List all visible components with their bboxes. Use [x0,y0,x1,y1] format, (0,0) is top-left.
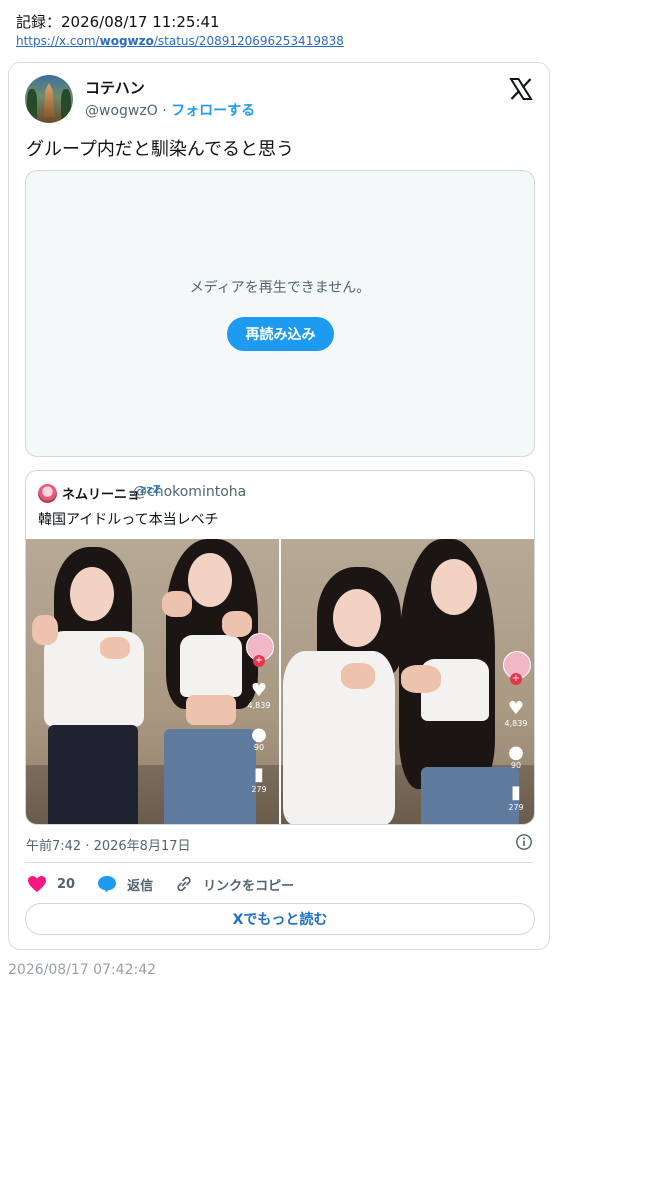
tiktok-heart-icon: ♥ [250,680,268,701]
tiktok-comment-icon: ● [251,724,267,745]
media-error-message: メディアを再生できません。 [189,280,371,296]
link-icon [177,876,191,892]
quote-avatar[interactable] [38,484,57,503]
reply-label: 返信 [127,878,154,894]
person-top [180,635,242,697]
tiktok-comment-count: 90 [253,743,265,752]
handle[interactable]: @wogwzO [85,103,158,119]
tiktok-save-count: 279 [508,803,524,812]
divider [25,862,533,863]
reply-button[interactable]: 返信 [97,875,153,894]
heart-icon [28,876,46,892]
person-hand [222,611,252,637]
tiktok-save-count: 279 [251,785,267,794]
follow-button[interactable]: フォローする [171,103,255,119]
person-hand [32,615,58,645]
person-face [70,567,114,621]
copy-link-button[interactable]: リンクをコピー [175,875,294,894]
handle-row: @wogwzO · フォローする [85,100,255,120]
url-suffix: /status/2089120696253419838 [153,34,344,48]
read-more-button[interactable]: Xでもっと読む [25,903,535,935]
person-jeans [421,767,519,824]
action-bar: 20 返信 リンクをコピー [27,873,316,895]
url-user: wogwzo [99,34,154,48]
tweet-text: グループ内だと馴染んでると思う [26,139,295,160]
tiktok-heart-icon: ♥ [507,698,525,719]
person-shirt [283,651,395,824]
avatar-tower [43,83,55,117]
x-logo-icon[interactable] [509,77,533,101]
quote-photo-right[interactable]: + ♥ 4,839 ● 90 ▮ 279 [281,539,534,824]
tiktok-follow-icon: + [510,673,522,685]
person-face [431,559,477,615]
person-hand [341,663,375,689]
tiktok-bookmark-icon: ▮ [511,782,521,803]
person-face [188,553,232,607]
record-title: 記録：2026/08/17 11:25:41 [16,13,220,31]
person-hand [401,665,441,693]
person-pants [48,725,138,824]
copy-link-label: リンクをコピー [203,878,295,894]
tiktok-comment-icon: ● [508,742,524,763]
record-url[interactable]: https://x.com/wogwzo/status/208912069625… [16,34,344,48]
tiktok-follow-icon: + [253,655,265,667]
person-hand [100,637,130,659]
separator: · [162,103,167,119]
media-placeholder: メディアを再生できません。 再読み込み [25,170,535,457]
person-jeans [164,729,256,824]
like-count: 20 [57,876,76,892]
info-icon[interactable] [515,833,533,851]
avatar-tree-left [27,89,37,119]
tweet-timestamp[interactable]: 午前7:42 · 2026年8月17日 [26,835,191,854]
quote-text: 韓国アイドルって本当レベチ [38,512,219,528]
quote-name-text: ネムリーニョ [62,487,141,503]
tiktok-bookmark-icon: ▮ [254,764,264,785]
footer-timestamp: 2026/08/17 07:42:42 [8,962,157,978]
tiktok-comment-count: 90 [510,761,522,770]
tiktok-like-count: 4,839 [247,701,271,710]
person-waist [186,695,236,725]
tiktok-like-count: 4,839 [504,719,528,728]
url-prefix: https://x.com/ [16,34,100,48]
quoted-tweet[interactable]: ネムリーニョzzZ @chokomintoha 韓国アイドルって本当レベチ + [25,470,535,825]
quote-photo-left[interactable]: + ♥ 4,839 ● 90 ▮ 279 [26,539,279,824]
tweet-card: コテハン @wogwzO · フォローする グループ内だと馴染んでると思う メデ… [8,62,550,950]
quote-handle[interactable]: @chokomintoha [133,484,246,500]
person-face [333,589,381,647]
avatar-tree-right [61,89,71,119]
reload-button[interactable]: 再読み込み [227,317,334,351]
person-hand [162,591,192,617]
reply-bubble-icon [98,876,117,893]
avatar[interactable] [25,75,73,123]
like-button[interactable]: 20 [27,875,75,893]
display-name[interactable]: コテハン [85,77,145,98]
